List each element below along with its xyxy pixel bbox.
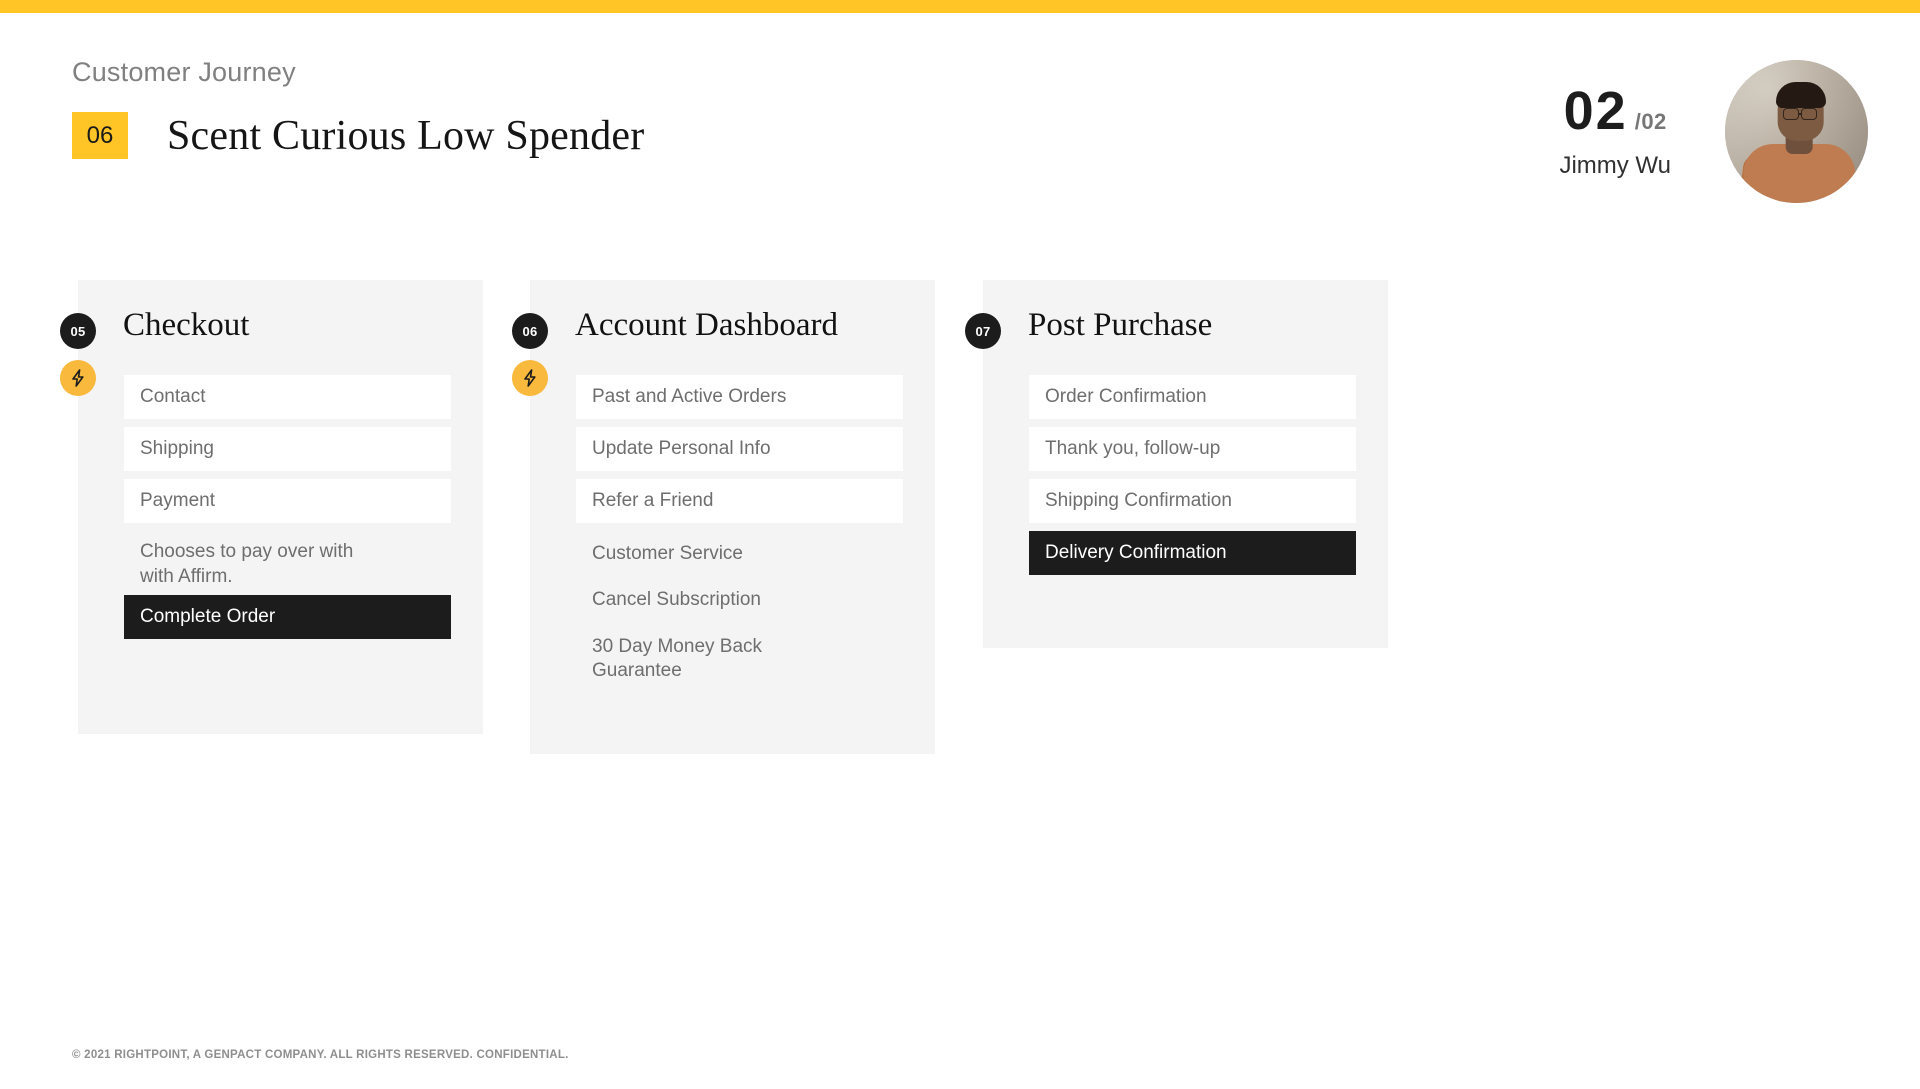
list-item[interactable]: Shipping Confirmation [1029, 479, 1356, 523]
avatar-glasses-left-lens [1783, 108, 1799, 120]
lightning-bolt-icon [60, 360, 96, 396]
list-item[interactable]: Order Confirmation [1029, 375, 1356, 419]
presenter-name: Jimmy Wu [1559, 151, 1671, 179]
list-item[interactable]: Contact [124, 375, 451, 419]
list-item[interactable]: Update Personal Info [576, 427, 903, 471]
avatar-glasses-bridge [1799, 113, 1802, 115]
page-current-number: 02 [1563, 80, 1628, 141]
list-item[interactable]: Refer a Friend [576, 479, 903, 523]
delivery-confirmation-button[interactable]: Delivery Confirmation [1029, 531, 1356, 575]
step-badge: 05 [60, 313, 96, 349]
slide-number-chip: 06 [72, 112, 128, 160]
complete-order-button[interactable]: Complete Order [124, 595, 451, 640]
card-title: Post Purchase [1028, 307, 1213, 343]
list-item[interactable]: Thank you, follow-up [1029, 427, 1356, 471]
list-item[interactable]: Shipping [124, 427, 451, 471]
avatar [1725, 60, 1868, 203]
card-body: Contact Shipping Payment Chooses to pay … [78, 375, 483, 640]
page-title: Scent Curious Low Spender [167, 112, 645, 159]
card-note: Chooses to pay over with with Affirm. [140, 541, 354, 588]
journey-card-post-purchase: 07 Post Purchase Order Confirmation Than… [965, 280, 1388, 648]
lightning-bolt-icon [512, 360, 548, 396]
card-title: Account Dashboard [575, 307, 839, 343]
card-header: 07 Post Purchase [965, 280, 1388, 375]
card-header: 05 Checkout [60, 280, 483, 396]
journey-card-checkout: 05 Checkout Contact Shipping Payment Cho… [60, 280, 483, 734]
step-badge: 07 [965, 313, 1001, 349]
avatar-hair [1775, 82, 1826, 108]
card-body: Order Confirmation Thank you, follow-up … [983, 375, 1388, 575]
page-total-number: /02 [1634, 108, 1667, 134]
avatar-glasses-right-lens [1801, 108, 1817, 120]
footer-copyright: © 2021 RIGHTPOINT, A GENPACT COMPANY. AL… [72, 1049, 569, 1061]
card-title: Checkout [123, 307, 250, 343]
list-item[interactable]: Past and Active Orders [576, 375, 903, 419]
header-right: 02 /02 Jimmy Wu [1559, 60, 1868, 203]
card-body: Past and Active Orders Update Personal I… [530, 375, 935, 694]
plain-list-item: Customer Service [592, 543, 743, 564]
top-accent-bar [0, 0, 1920, 13]
plain-list-item: 30 Day Money Back Guarantee [592, 635, 763, 681]
slide-root: Customer Journey 06 Scent Curious Low Sp… [0, 0, 1920, 1089]
journey-card-account-dashboard: 06 Account Dashboard Past and Active Ord… [512, 280, 935, 754]
card-header: 06 Account Dashboard [512, 280, 935, 396]
list-item[interactable]: Payment [124, 479, 451, 523]
step-badge: 06 [512, 313, 548, 349]
plain-list-item: Cancel Subscription [592, 589, 761, 611]
page-number-line: 02 /02 [1559, 84, 1671, 138]
page-meta: 02 /02 Jimmy Wu [1559, 84, 1671, 180]
